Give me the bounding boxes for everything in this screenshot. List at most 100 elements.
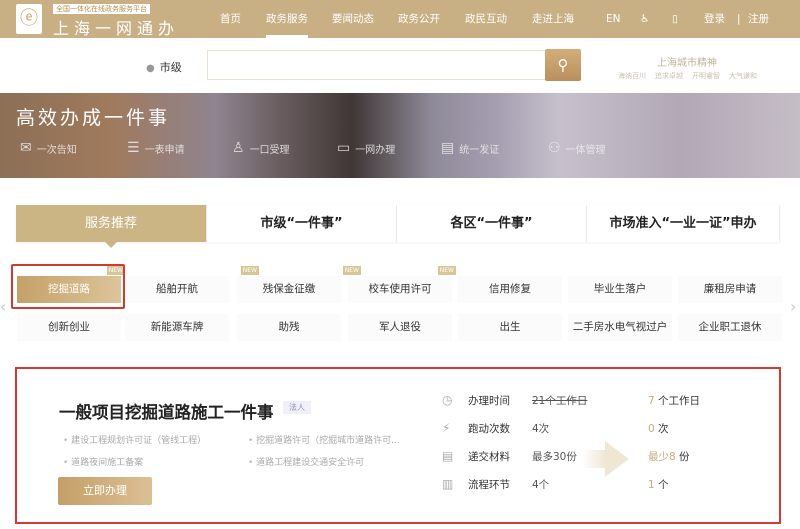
stat-after-unit: 次 [654,423,669,435]
spirit-link[interactable]: 追求卓越 [655,71,683,81]
banner-feature: ▭ 一网办理 [337,140,395,156]
service-item[interactable]: 毕业生落户 [568,276,672,303]
service-item[interactable]: 廉租房申请 [678,276,782,303]
service-item[interactable]: 残保金征缴 NEW [237,266,361,303]
stat-after-value: 7 [648,395,655,407]
stat-after-unit: 个工作日 [654,395,701,407]
prev-arrow-icon[interactable]: ‹ [0,297,6,316]
service-item[interactable]: 校车使用许可 NEW [348,266,456,303]
search-row: ● 市级 ⚲ 上海城市精神 海纳百川 追求卓越 开明睿智 大气谦和 [0,38,800,93]
feature-label: 统一发证 [459,144,500,156]
service-item[interactable]: 船舶开航 NEW [125,266,259,303]
stat-label: 流程环节 [468,479,510,491]
feature-label: 一体管理 [565,144,606,156]
accessibility-icon[interactable]: ♿ [640,0,649,38]
stat-row: ▤ 递交材料 最多30份 最少8 份 [442,449,772,469]
search-input[interactable] [207,50,547,80]
stat-label: 办理时间 [468,395,510,407]
new-badge: NEW [437,266,456,275]
next-arrow-icon[interactable]: › [790,297,796,316]
nav-news[interactable]: 要闻动态 [332,0,374,38]
spirit-link[interactable]: 海纳百川 [618,71,646,81]
stat-label: 跑动次数 [468,423,510,435]
stat-after-unit: 份 [675,451,690,463]
detail-item: 道路工程建设交通安全许可 [248,455,364,468]
banner-feature: ⚇ 一体管理 [548,140,606,156]
new-badge: NEW [240,266,259,275]
spirit-link[interactable]: 开明睿智 [692,71,720,81]
selected-highlight [11,264,125,309]
location-pin-icon: ● [146,63,155,74]
nav-interaction[interactable]: 政民互动 [465,0,507,38]
tab-city-level[interactable]: 市级“一件事” [207,205,397,242]
apply-now-button[interactable]: 立即办理 [58,477,152,505]
logo-icon[interactable]: ⓔ [16,4,42,34]
spirit-link[interactable]: 大气谦和 [729,71,757,81]
search-icon: ⚲ [557,56,569,74]
nav-separator: | [737,13,741,25]
tab-market-access[interactable]: 市场准入“一业一证”申办 [587,205,780,242]
clipboard-icon: ☰ [127,140,140,156]
service-item[interactable]: 二手房水电气视过户 [568,314,672,341]
search-button[interactable]: ⚲ [545,49,581,81]
stat-before: 21个工作日 [532,395,588,407]
banner-feature: ♙ 一口受理 [232,140,290,156]
stat-after-value: 0 [648,423,655,435]
service-item[interactable]: 信用修复 [458,276,562,303]
nav-public[interactable]: 政务公开 [398,0,440,38]
manage-icon: ⚇ [548,140,561,156]
envelope-icon: ✉ [20,140,32,156]
feature-label: 一次告知 [36,144,77,156]
service-item[interactable]: 助残 [237,314,341,341]
service-item[interactable]: 企业职工退休 [678,314,782,341]
stat-before: 4个 [532,479,550,491]
detail-item: 道路夜间施工备案 [63,455,143,468]
logo-subtitle: 全国一体化在线政务服务平台 [53,4,150,14]
document-icon: ▤ [442,449,454,463]
feature-label: 一网办理 [355,144,396,156]
stat-after-value: 最少8 [648,451,676,463]
location-selector[interactable]: ● 市级 [146,59,182,75]
nav-services[interactable]: 政务服务 [266,0,308,38]
mobile-icon[interactable]: ▯ [672,0,678,38]
nav-home[interactable]: 首页 [220,0,241,38]
person-icon: ♙ [232,140,245,156]
detail-item: 建设工程规划许可证（管线工程） [63,433,206,446]
stat-label: 递交材料 [468,451,510,463]
stat-row: ⚡ 跑动次数 4次 0 次 [442,421,772,441]
detail-tag: 法人 [283,401,311,414]
stat-after-value: 1 [648,479,655,491]
service-label: 残保金征缴 [262,283,316,295]
top-header: ⓔ 全国一体化在线政务服务平台 上海一网通办 首页 政务服务 要闻动态 政务公开… [0,0,800,38]
detail-item: 挖掘道路许可（挖掘城市道路许可... [248,433,400,446]
stat-after-unit: 个 [654,479,669,491]
running-icon: ⚡ [442,421,451,435]
service-item[interactable]: 新能源车牌 [125,314,229,341]
tab-district[interactable]: 各区“一件事” [397,205,587,242]
banner-title: 高效办成一件事 [16,107,171,129]
register-link[interactable]: 注册 [748,0,769,38]
clock-icon: ◷ [442,393,453,407]
monitor-icon: ▭ [337,140,351,156]
logo-title[interactable]: 上海一网通办 [53,15,179,39]
new-badge: NEW [342,266,361,275]
location-label: 市级 [159,61,182,74]
feature-label: 一表申请 [144,144,185,156]
tab-recommended[interactable]: 服务推荐 [16,205,207,248]
feature-label: 一口受理 [249,144,290,156]
lang-en-button[interactable]: EN [606,0,621,38]
service-item[interactable]: 出生 [458,314,562,341]
login-link[interactable]: 登录 [704,0,725,38]
stat-before: 4次 [532,423,550,435]
service-label: 校车使用许可 [368,283,432,295]
certificate-icon: ▤ [441,140,455,156]
stat-before: 最多30份 [532,451,577,463]
city-spirit-links: 海纳百川 追求卓越 开明睿智 大气谦和 [618,71,757,81]
detail-title: 一般项目挖掘道路施工一件事 [59,403,274,422]
service-item[interactable]: 军人退役 [348,314,452,341]
service-label: 船舶开航 [156,283,198,295]
service-item[interactable]: 创新创业 [17,314,121,341]
process-icon: ▥ [442,477,454,491]
nav-shanghai[interactable]: 走进上海 [532,0,574,38]
stat-row: ▥ 流程环节 4个 1 个 [442,477,772,497]
